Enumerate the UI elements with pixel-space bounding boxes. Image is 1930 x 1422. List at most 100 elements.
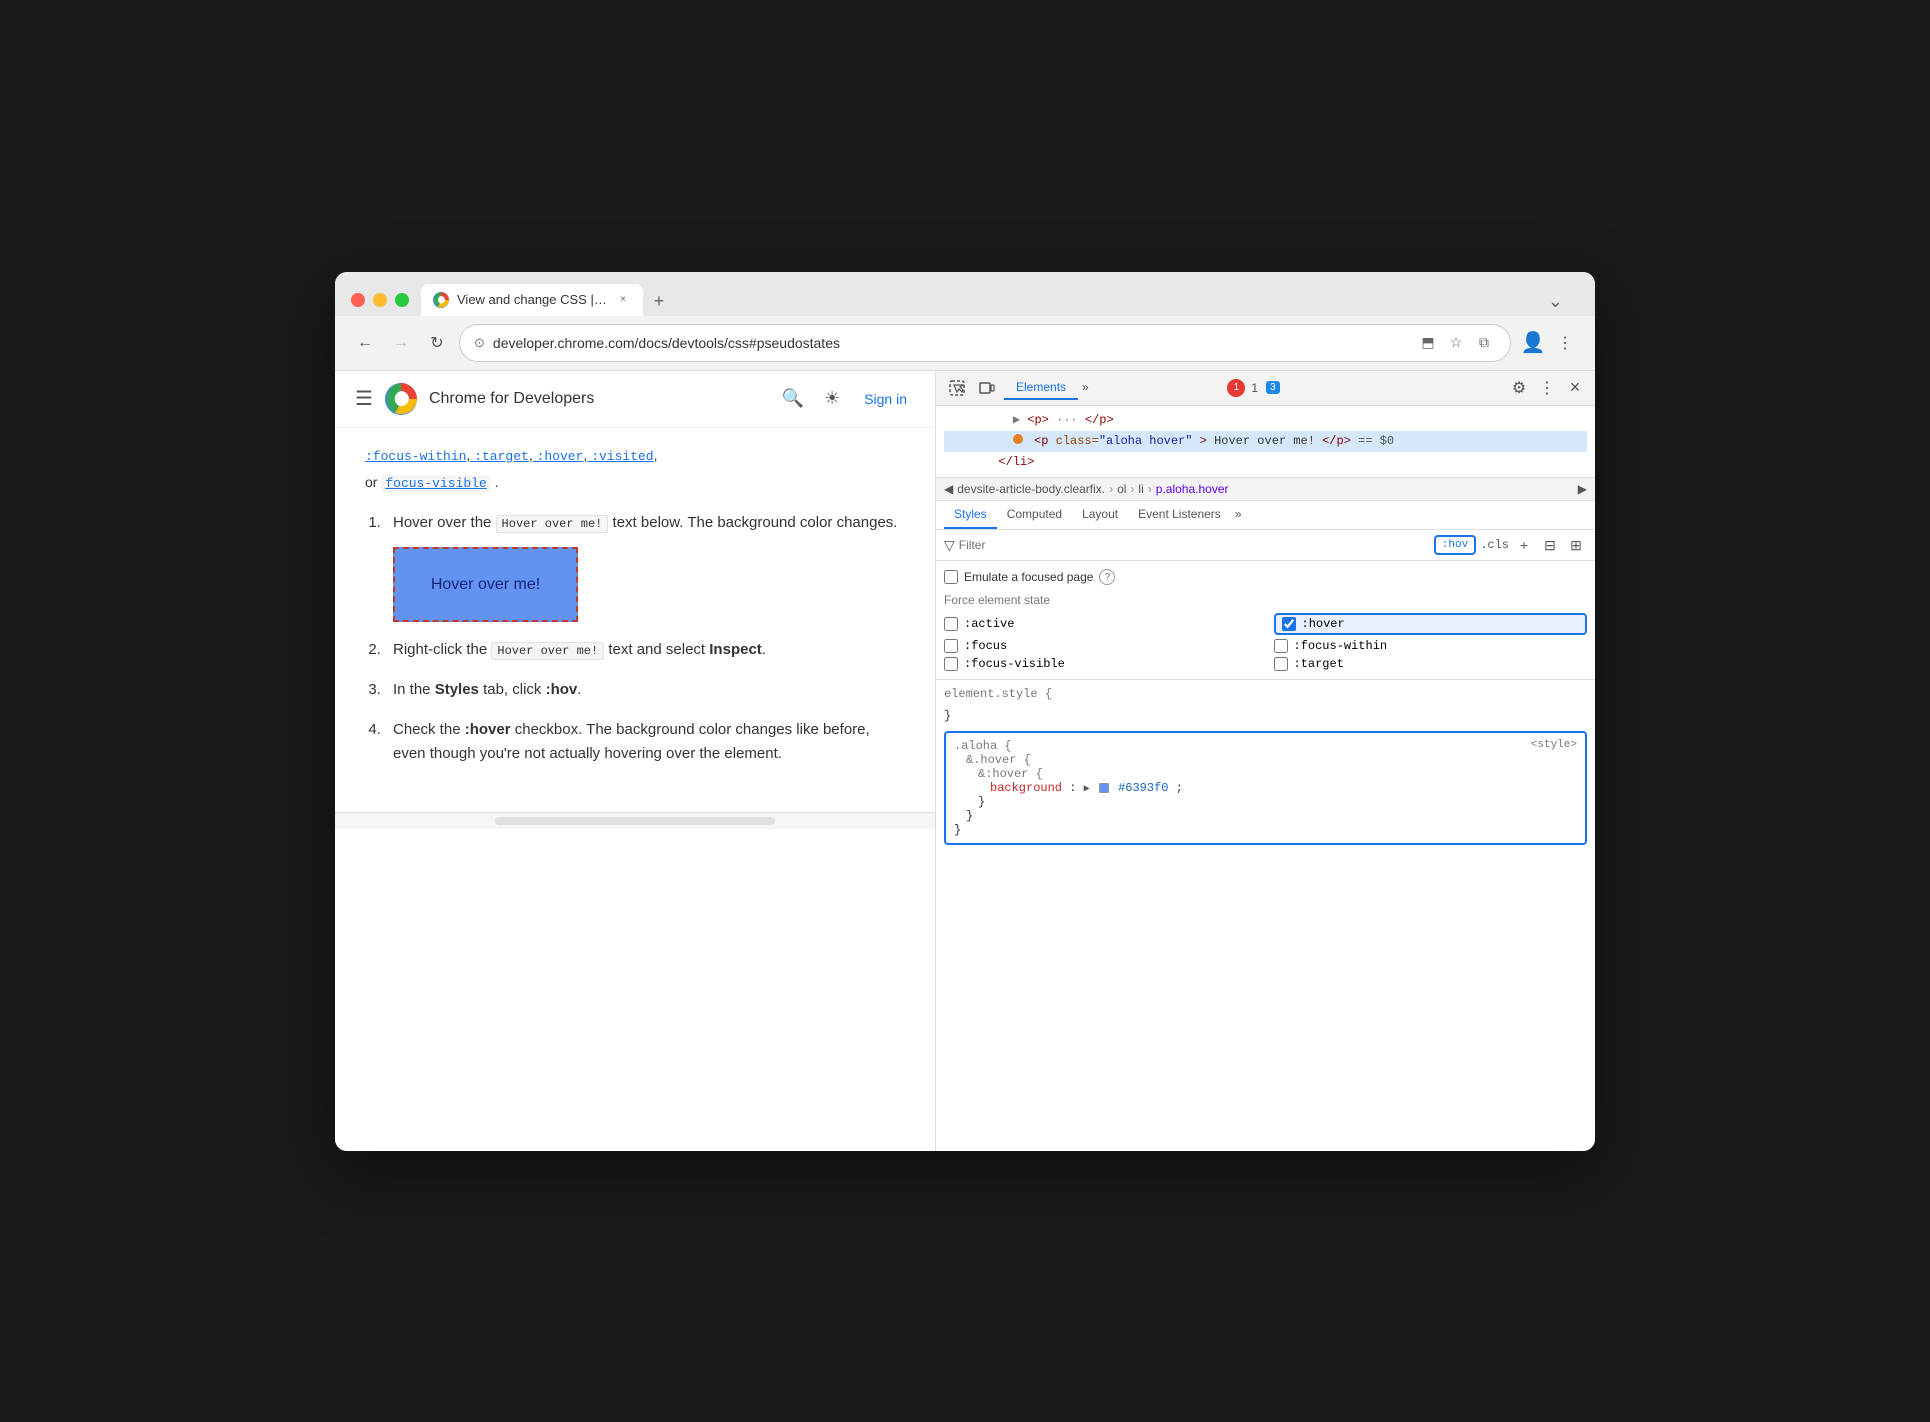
extensions-button[interactable]: ⧉ bbox=[1472, 331, 1496, 355]
filter-icon: ▽ bbox=[944, 537, 955, 554]
step-2-bold: Inspect bbox=[709, 641, 762, 658]
add-style-button[interactable]: + bbox=[1513, 534, 1535, 556]
cls-button[interactable]: .cls bbox=[1480, 538, 1509, 552]
state-target: :target bbox=[1274, 657, 1588, 671]
device-icon bbox=[979, 380, 995, 396]
article-content: :focus-within, :target, :hover, :visited… bbox=[335, 428, 935, 813]
dom-line-3: </li> bbox=[944, 452, 1587, 473]
target-state-label: :target bbox=[1294, 657, 1344, 671]
bottom-scrollbar bbox=[335, 812, 935, 829]
breadcrumb-root[interactable]: devsite-article-body.clearfix. bbox=[957, 482, 1105, 496]
hover-close-brace: } bbox=[978, 795, 985, 809]
css-expand-button[interactable]: ▶ bbox=[1084, 784, 1090, 795]
header-search-button[interactable]: 🔍 bbox=[778, 384, 808, 413]
focus-visible-state-checkbox[interactable] bbox=[944, 657, 958, 671]
signin-button[interactable]: Sign in bbox=[856, 387, 915, 411]
more-tabs-button[interactable]: » bbox=[1078, 376, 1093, 400]
devtools-close-button[interactable]: × bbox=[1563, 376, 1587, 400]
forward-button[interactable]: → bbox=[387, 329, 415, 357]
horizontal-scrollbar[interactable] bbox=[495, 817, 775, 825]
emulate-focused-page-checkbox[interactable] bbox=[944, 570, 958, 584]
step-3-bold-styles: Styles bbox=[435, 681, 479, 698]
tab-close-button[interactable]: × bbox=[615, 292, 631, 308]
header-theme-button[interactable]: ☀ bbox=[820, 384, 844, 413]
steps-list: Hover over the Hover over me! text below… bbox=[365, 511, 905, 766]
focus-within-state-checkbox[interactable] bbox=[1274, 639, 1288, 653]
state-hover: :hover bbox=[1274, 613, 1588, 635]
devtools-settings-button[interactable]: ⚙ bbox=[1507, 376, 1531, 400]
dom-line-1: ▶ <p> ··· </p> bbox=[944, 410, 1587, 431]
breadcrumb-back-arrow[interactable]: ◀ bbox=[944, 482, 953, 496]
layout-tab[interactable]: Layout bbox=[1072, 501, 1128, 529]
step-2: Right-click the Hover over me! text and … bbox=[385, 638, 905, 662]
minimize-window-button[interactable] bbox=[373, 293, 387, 307]
cast-button[interactable]: ⬒ bbox=[1416, 331, 1440, 355]
element-style-block: element.style { } bbox=[944, 684, 1587, 727]
tab-expand-button[interactable]: ⌄ bbox=[1540, 287, 1571, 316]
tab-title: View and change CSS | Chr… bbox=[457, 292, 607, 307]
refresh-button[interactable]: ↻ bbox=[423, 329, 451, 357]
menu-button[interactable]: ⋮ bbox=[1551, 329, 1579, 357]
hover-state-checkbox[interactable] bbox=[1282, 617, 1296, 631]
layout-view-button[interactable]: ⊞ bbox=[1565, 534, 1587, 556]
breadcrumb-li[interactable]: li bbox=[1138, 482, 1143, 496]
back-button[interactable]: ← bbox=[351, 329, 379, 357]
dom-highlight-dot bbox=[1013, 434, 1023, 444]
css-rules-area: element.style { } <style> .aloha { &.hov… bbox=[936, 680, 1595, 1150]
filter-input[interactable] bbox=[959, 538, 1430, 552]
aloha-background-prop: background : ▶ #6393f0 ; bbox=[990, 781, 1183, 795]
error-number: 1 bbox=[1251, 381, 1258, 395]
tabs-row: View and change CSS | Chr… × + ⌄ bbox=[421, 284, 1579, 316]
element-style-selector: element.style { bbox=[944, 687, 1052, 701]
computed-tab[interactable]: Computed bbox=[997, 501, 1072, 529]
step-2-text: Right-click the Hover over me! text and … bbox=[393, 641, 766, 658]
dom-line-selected[interactable]: <p class="aloha hover" > Hover over me! … bbox=[944, 431, 1587, 452]
breadcrumb-current[interactable]: p.aloha.hover bbox=[1156, 482, 1229, 496]
styles-tab[interactable]: Styles bbox=[944, 501, 997, 529]
active-state-checkbox[interactable] bbox=[944, 617, 958, 631]
main-content: ☰ Chrome for Developers 🔍 ☀ Sign in :foc… bbox=[335, 371, 1595, 1151]
event-listeners-tab[interactable]: Event Listeners bbox=[1128, 501, 1231, 529]
target-state-checkbox[interactable] bbox=[1274, 657, 1288, 671]
step-1-text: Hover over the Hover over me! text below… bbox=[393, 514, 897, 531]
step-1-code: Hover over me! bbox=[496, 515, 609, 533]
message-badge: 3 bbox=[1266, 381, 1280, 394]
focus-visible-link[interactable]: focus-visible bbox=[381, 475, 490, 492]
force-state-panel: Emulate a focused page ? Force element s… bbox=[936, 561, 1595, 680]
active-tab[interactable]: View and change CSS | Chr… × bbox=[421, 284, 643, 316]
step-4: Check the :hover checkbox. The backgroun… bbox=[385, 718, 905, 766]
cursor-icon bbox=[949, 380, 965, 396]
maximize-window-button[interactable] bbox=[395, 293, 409, 307]
element-picker-button[interactable] bbox=[944, 375, 970, 401]
element-style-close: } bbox=[944, 709, 951, 723]
state-grid: :active :hover :focus :focus-within bbox=[944, 613, 1587, 671]
more-style-tabs[interactable]: » bbox=[1231, 501, 1246, 529]
hamburger-button[interactable]: ☰ bbox=[355, 386, 373, 411]
color-swatch[interactable] bbox=[1099, 783, 1109, 793]
new-tab-button[interactable]: + bbox=[645, 288, 673, 316]
breadcrumb-ol[interactable]: ol bbox=[1117, 482, 1126, 496]
style-panel-tabs: Styles Computed Layout Event Listeners » bbox=[936, 501, 1595, 530]
elements-tab[interactable]: Elements bbox=[1004, 376, 1078, 400]
close-window-button[interactable] bbox=[351, 293, 365, 307]
address-bar[interactable]: ⊙ developer.chrome.com/docs/devtools/css… bbox=[459, 324, 1511, 362]
devtools-more-button[interactable]: ⋮ bbox=[1535, 376, 1559, 400]
emulate-info-icon[interactable]: ? bbox=[1099, 569, 1115, 585]
state-focus-within: :focus-within bbox=[1274, 639, 1588, 653]
hover-state-label: :hover bbox=[1302, 617, 1345, 631]
focus-within-state-label: :focus-within bbox=[1294, 639, 1388, 653]
bookmark-button[interactable]: ☆ bbox=[1444, 331, 1468, 355]
filter-bar: ▽ :hov .cls + ⊟ ⊞ bbox=[936, 530, 1595, 561]
force-element-state-title: Force element state bbox=[944, 593, 1587, 607]
hover-demo-box[interactable]: Hover over me! bbox=[393, 547, 578, 622]
and-hover-close-brace: } bbox=[966, 809, 973, 823]
hov-button[interactable]: :hov bbox=[1434, 535, 1476, 555]
focus-state-checkbox[interactable] bbox=[944, 639, 958, 653]
account-button[interactable]: 👤 bbox=[1519, 329, 1547, 357]
step-3-bold-hov: :hov bbox=[546, 681, 578, 698]
breadcrumb-forward-arrow[interactable]: ▶ bbox=[1578, 482, 1587, 496]
css-source-label: <style> bbox=[1531, 739, 1577, 751]
nav-bar: ← → ↻ ⊙ developer.chrome.com/docs/devtoo… bbox=[335, 316, 1595, 371]
device-toggle-button[interactable] bbox=[974, 375, 1000, 401]
copy-style-button[interactable]: ⊟ bbox=[1539, 534, 1561, 556]
